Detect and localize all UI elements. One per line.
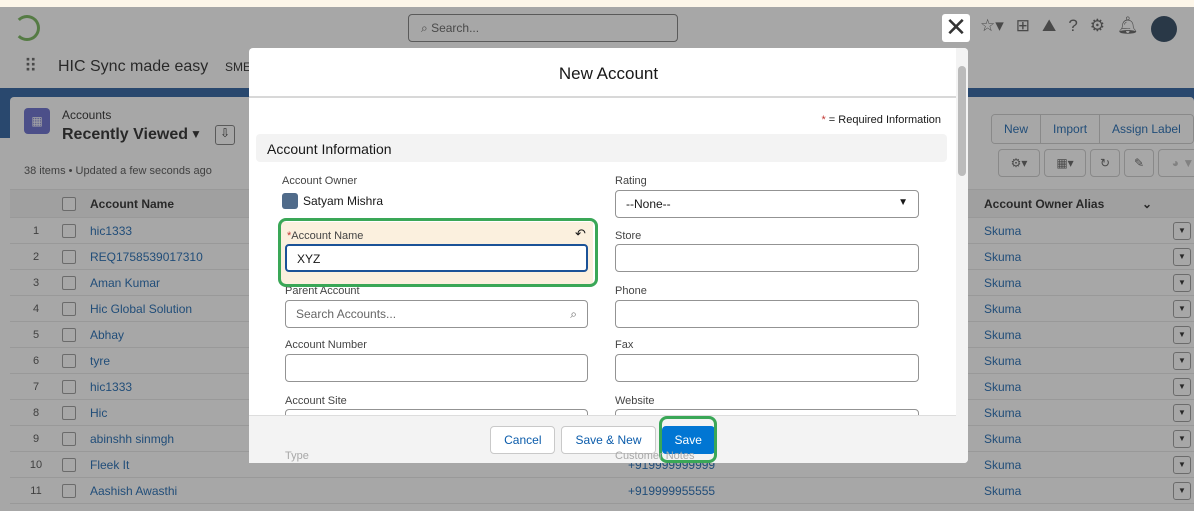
parent-account-label: Parent Account [285, 285, 360, 297]
website-label: Website [615, 395, 655, 407]
close-modal-button[interactable]: ✕ [942, 14, 970, 42]
account-name-input[interactable]: XYZ [285, 244, 588, 272]
type-label: Type [285, 450, 309, 462]
rating-label: Rating [615, 175, 647, 187]
parent-account-lookup[interactable]: Search Accounts... ⌕ [285, 300, 588, 328]
cancel-button[interactable]: Cancel [490, 426, 556, 454]
phone-input[interactable] [615, 300, 919, 328]
modal-footer: Cancel Save & New Save [249, 415, 956, 463]
account-site-label: Account Site [285, 395, 347, 407]
section-header[interactable]: Account Information [256, 134, 947, 162]
owner-value: Satyam Mishra [303, 194, 384, 208]
fax-label: Fax [615, 339, 634, 351]
modal-scrollbar[interactable] [956, 48, 968, 463]
customer-notes-label: Customer Notes [615, 450, 695, 462]
store-label: Store [615, 230, 642, 242]
top-banner [0, 0, 1194, 7]
account-number-input[interactable] [285, 354, 588, 382]
new-account-modal: New Account * = Required Information Acc… [249, 48, 968, 463]
account-number-label: Account Number [285, 339, 367, 351]
rating-select[interactable]: --None-- ▼ [615, 190, 919, 218]
phone-label: Phone [615, 285, 647, 297]
undo-icon[interactable]: ↶ [575, 226, 586, 242]
search-icon: ⌕ [570, 307, 577, 321]
fax-input[interactable] [615, 354, 919, 382]
user-avatar-icon [282, 193, 298, 209]
owner-label: Account Owner [282, 175, 358, 187]
chevron-down-icon: ▼ [898, 197, 908, 208]
modal-title: New Account [249, 48, 968, 98]
required-note: * = Required Information [821, 114, 941, 126]
account-name-label: *Account Name [287, 230, 364, 242]
store-input[interactable] [615, 244, 919, 272]
